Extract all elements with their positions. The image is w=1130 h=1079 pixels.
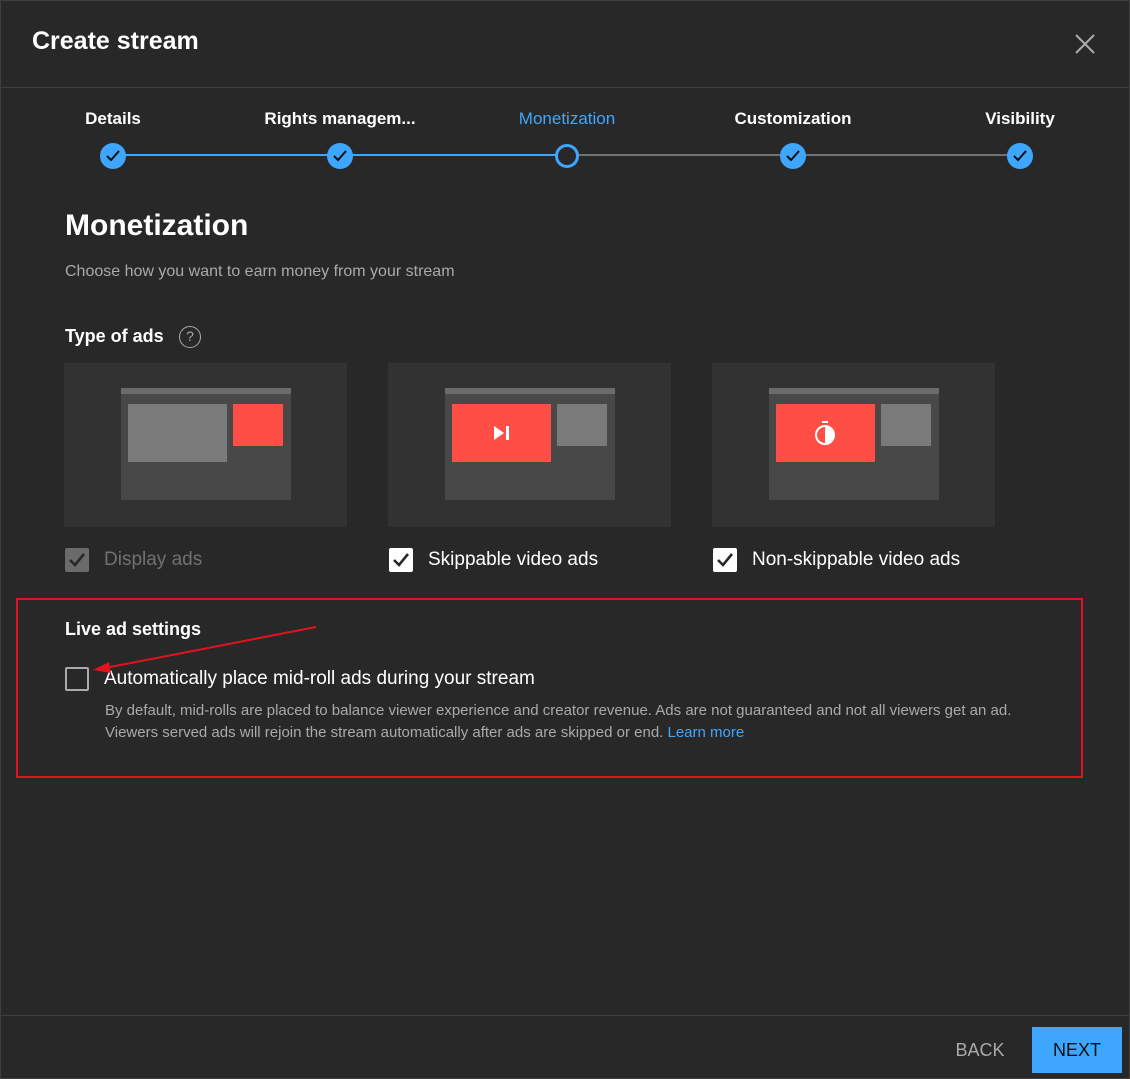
close-icon — [1075, 34, 1095, 54]
step-done-indicator — [1007, 143, 1033, 169]
step-label: Visibility — [985, 109, 1055, 128]
step-done-indicator — [100, 143, 126, 169]
midroll-description-text: By default, mid-rolls are placed to bala… — [105, 702, 1012, 741]
skippable-ads-checkbox[interactable] — [389, 548, 413, 572]
display-ads-option: Display ads — [65, 548, 345, 574]
dialog-title: Create stream — [32, 27, 199, 55]
check-icon — [717, 553, 734, 567]
step-current-indicator — [555, 144, 579, 168]
step-done-indicator — [327, 143, 353, 169]
non-skippable-ads-option: Non-skippable video ads — [713, 548, 1033, 574]
midroll-description: By default, mid-rolls are placed to bala… — [105, 700, 1065, 744]
step-monetization[interactable]: Monetization — [467, 87, 667, 177]
step-label: Customization — [734, 109, 852, 128]
step-details[interactable]: Details — [13, 87, 213, 177]
section-subtitle: Choose how you want to earn money from y… — [65, 263, 455, 280]
step-label: Details — [85, 109, 141, 128]
skippable-video-ads-illustration — [388, 363, 671, 527]
learn-more-link[interactable]: Learn more — [668, 724, 745, 741]
step-visibility[interactable]: Visibility — [920, 87, 1120, 177]
close-button[interactable] — [1069, 28, 1101, 60]
back-button[interactable]: BACK — [938, 1028, 1022, 1072]
skippable-ads-image — [445, 388, 615, 500]
midroll-checkbox[interactable] — [65, 667, 89, 691]
step-label: Monetization — [518, 109, 616, 128]
check-icon — [106, 150, 120, 162]
skippable-ads-option: Skippable video ads — [389, 548, 679, 574]
check-icon — [1013, 150, 1027, 162]
check-icon — [393, 553, 410, 567]
step-label: Rights managem... — [264, 109, 416, 128]
step-done-indicator — [780, 143, 806, 169]
check-icon — [333, 150, 347, 162]
stepper: Details Rights managem... Monetization C… — [1, 87, 1129, 177]
midroll-label: Automatically place mid-roll ads during … — [104, 668, 535, 689]
next-button[interactable]: NEXT — [1032, 1027, 1122, 1073]
help-icon[interactable]: ? — [179, 326, 201, 348]
display-ads-image — [121, 388, 291, 500]
display-ads-checkbox — [65, 548, 89, 572]
non-skippable-ads-label: Non-skippable video ads — [752, 549, 961, 570]
section-title: Monetization — [65, 209, 249, 242]
create-stream-dialog: Create stream Details Rights managem... … — [0, 0, 1130, 1079]
midroll-option: Automatically place mid-roll ads during … — [65, 667, 765, 693]
dialog-header: Create stream — [1, 1, 1129, 88]
display-ads-illustration — [64, 363, 347, 527]
non-skippable-video-ads-illustration — [712, 363, 995, 527]
display-ads-label: Display ads — [104, 549, 203, 570]
check-icon — [786, 150, 800, 162]
step-customization[interactable]: Customization — [693, 87, 893, 177]
step-rights-management[interactable]: Rights managem... — [240, 87, 440, 177]
non-skippable-ads-image — [769, 388, 939, 500]
type-of-ads-label: Type of ads — [65, 326, 164, 346]
non-skippable-ads-checkbox[interactable] — [713, 548, 737, 572]
live-ad-settings-title: Live ad settings — [65, 619, 202, 639]
skippable-ads-label: Skippable video ads — [428, 549, 599, 570]
dialog-footer: BACK NEXT — [1, 1015, 1129, 1079]
check-icon — [69, 553, 86, 567]
